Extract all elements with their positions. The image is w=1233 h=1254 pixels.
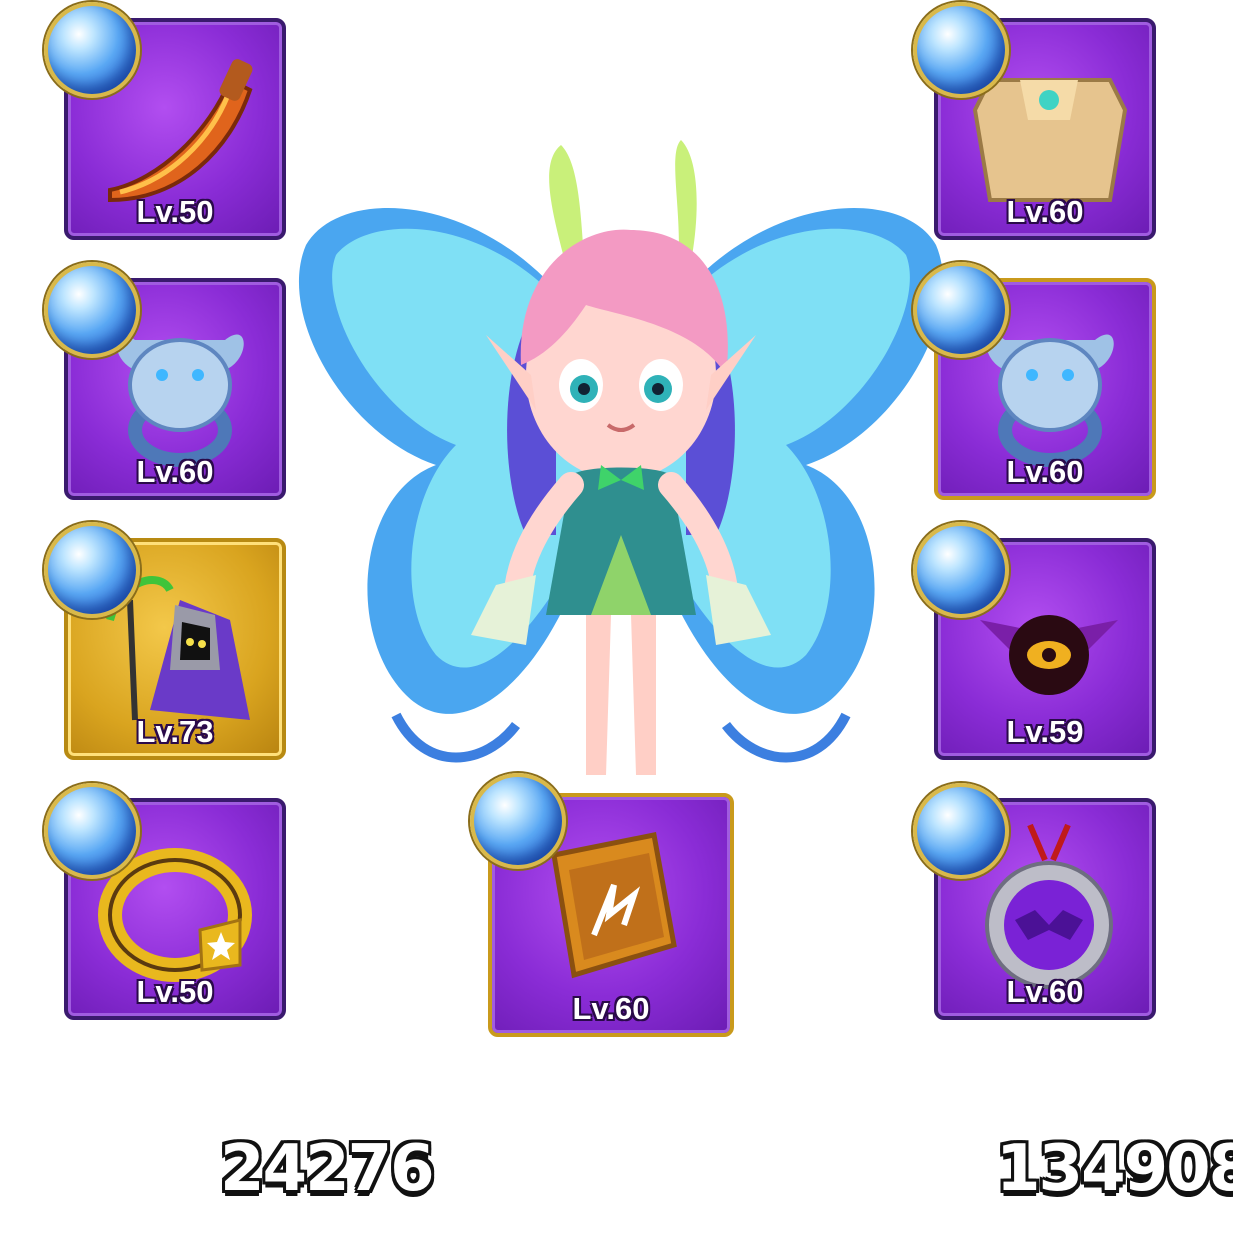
item-level: Lv.50 xyxy=(136,974,214,1009)
gem-orb-icon xyxy=(470,773,566,869)
gem-orb-icon xyxy=(44,522,140,618)
item-level: Lv.59 xyxy=(1006,714,1084,749)
item-level: Lv.60 xyxy=(1006,194,1084,229)
gem-orb-icon xyxy=(44,783,140,879)
item-level: Lv.60 xyxy=(1006,974,1084,1009)
gem-orb-icon xyxy=(913,522,1009,618)
item-level: Lv.60 xyxy=(136,454,214,489)
score-left: 24276 xyxy=(220,1132,435,1206)
gem-orb-icon xyxy=(913,2,1009,98)
item-level: Lv.60 xyxy=(1006,454,1084,489)
gem-orb-icon xyxy=(913,783,1009,879)
gem-orb-icon xyxy=(44,262,140,358)
gem-orb-icon xyxy=(44,2,140,98)
score-right: 134908 xyxy=(996,1132,1233,1206)
item-level: Lv.60 xyxy=(572,991,650,1026)
item-level: Lv.50 xyxy=(136,194,214,229)
item-level: Lv.73 xyxy=(136,714,214,749)
gem-orb-icon xyxy=(913,262,1009,358)
hero-fairy xyxy=(298,140,944,775)
